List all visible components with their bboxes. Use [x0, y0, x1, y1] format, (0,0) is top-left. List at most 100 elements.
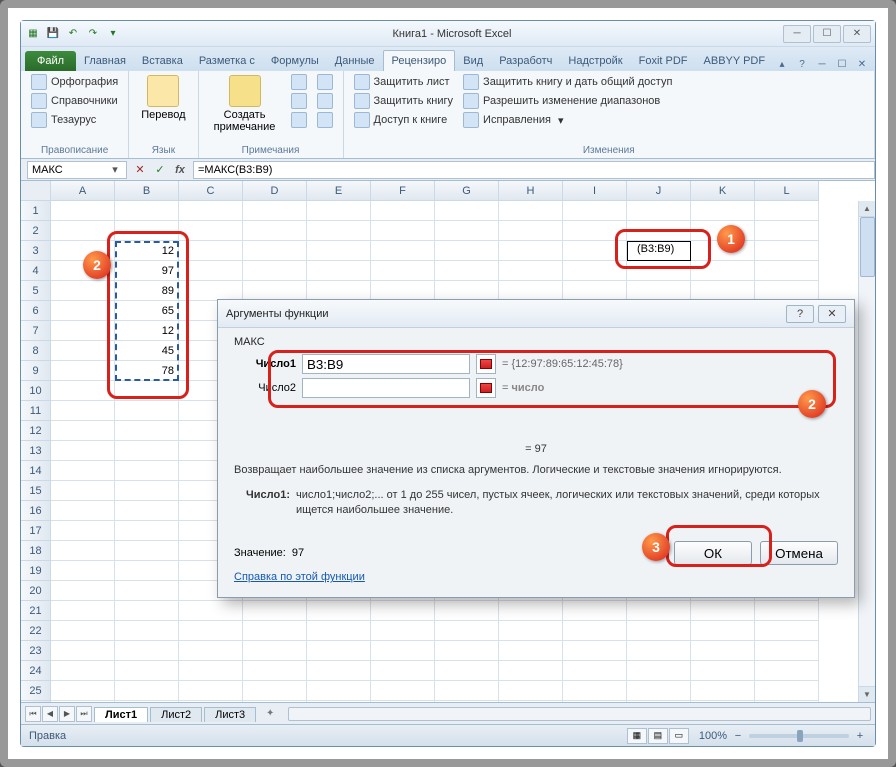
allow-ranges-button[interactable]: Разрешить изменение диапазонов — [461, 92, 674, 110]
cell[interactable] — [307, 641, 371, 661]
row-header[interactable]: 25 — [21, 681, 51, 701]
cell[interactable] — [499, 221, 563, 241]
tab-insert[interactable]: Вставка — [134, 51, 191, 71]
cell[interactable] — [371, 641, 435, 661]
row-header[interactable]: 7 — [21, 321, 51, 341]
scroll-up-icon[interactable]: ▲ — [859, 201, 875, 217]
cell[interactable] — [755, 601, 819, 621]
cell[interactable] — [51, 461, 115, 481]
track-changes-button[interactable]: Исправления ▾ — [461, 111, 674, 129]
cell[interactable] — [691, 681, 755, 701]
row-header[interactable]: 23 — [21, 641, 51, 661]
cell[interactable] — [115, 641, 179, 661]
cell[interactable] — [115, 541, 179, 561]
column-header[interactable]: G — [435, 181, 499, 201]
cell[interactable] — [51, 621, 115, 641]
cell[interactable] — [563, 281, 627, 301]
column-header[interactable]: C — [179, 181, 243, 201]
cell[interactable] — [51, 321, 115, 341]
cell[interactable] — [755, 261, 819, 281]
cell[interactable] — [307, 241, 371, 261]
tab-layout[interactable]: Разметка с — [191, 51, 263, 71]
cell[interactable] — [627, 261, 691, 281]
cell[interactable] — [691, 261, 755, 281]
cell[interactable]: 78 — [115, 361, 179, 381]
column-header[interactable]: F — [371, 181, 435, 201]
cell[interactable] — [755, 201, 819, 221]
cell[interactable] — [307, 621, 371, 641]
delete-comment-button[interactable] — [289, 73, 309, 91]
cell[interactable] — [435, 261, 499, 281]
row-header[interactable]: 16 — [21, 501, 51, 521]
close-button[interactable]: ✕ — [843, 25, 871, 43]
row-header[interactable]: 26 — [21, 701, 51, 702]
cell[interactable] — [435, 601, 499, 621]
cell[interactable] — [307, 681, 371, 701]
cell[interactable] — [115, 561, 179, 581]
cell[interactable] — [307, 201, 371, 221]
cell[interactable] — [115, 401, 179, 421]
help-link[interactable]: Справка по этой функции — [234, 571, 365, 583]
cell[interactable] — [51, 201, 115, 221]
formula-input[interactable]: =МАКС(B3:B9) — [193, 161, 875, 179]
translate-button[interactable]: Перевод — [137, 73, 189, 143]
cell[interactable] — [51, 501, 115, 521]
cell[interactable] — [499, 601, 563, 621]
cell[interactable] — [307, 701, 371, 702]
cell[interactable] — [499, 201, 563, 221]
cell[interactable] — [115, 201, 179, 221]
arg1-range-selector[interactable] — [476, 354, 496, 374]
row-header[interactable]: 2 — [21, 221, 51, 241]
show-all-comments-button[interactable] — [315, 92, 335, 110]
tab-review[interactable]: Рецензиро — [383, 50, 456, 71]
cell[interactable] — [243, 281, 307, 301]
cell[interactable] — [51, 441, 115, 461]
row-header[interactable]: 5 — [21, 281, 51, 301]
sheet-tab-3[interactable]: Лист3 — [204, 707, 256, 722]
row-header[interactable]: 15 — [21, 481, 51, 501]
zoom-slider[interactable] — [749, 734, 849, 738]
prev-sheet-button[interactable]: ◀ — [42, 706, 58, 722]
cell[interactable] — [499, 701, 563, 702]
cell[interactable] — [179, 621, 243, 641]
cell[interactable] — [499, 661, 563, 681]
protect-workbook-button[interactable]: Защитить книгу — [352, 92, 456, 110]
worksheet-grid[interactable]: ABCDEFGHIJKL1231249758966571284597810111… — [21, 181, 875, 702]
arg1-input[interactable] — [302, 354, 470, 374]
cancel-formula-button[interactable]: ✕ — [131, 161, 149, 179]
cell[interactable] — [755, 701, 819, 702]
cell[interactable] — [307, 221, 371, 241]
accept-formula-button[interactable]: ✓ — [151, 161, 169, 179]
cell[interactable] — [115, 481, 179, 501]
cell[interactable] — [243, 201, 307, 221]
minimize-button[interactable]: ─ — [783, 25, 811, 43]
cell[interactable] — [51, 361, 115, 381]
column-header[interactable]: D — [243, 181, 307, 201]
cell[interactable] — [627, 641, 691, 661]
row-header[interactable]: 19 — [21, 561, 51, 581]
cell[interactable] — [563, 201, 627, 221]
cell[interactable] — [435, 221, 499, 241]
name-box[interactable]: МАКС▾ — [27, 161, 127, 179]
protect-sheet-button[interactable]: Защитить лист — [352, 73, 456, 91]
zoom-in-button[interactable]: + — [853, 729, 867, 743]
row-header[interactable]: 20 — [21, 581, 51, 601]
tab-formulas[interactable]: Формулы — [263, 51, 327, 71]
row-header[interactable]: 6 — [21, 301, 51, 321]
cell[interactable] — [627, 221, 691, 241]
cell[interactable] — [115, 421, 179, 441]
column-header[interactable]: H — [499, 181, 563, 201]
last-sheet-button[interactable]: ⏭ — [76, 706, 92, 722]
cell[interactable] — [51, 281, 115, 301]
cell[interactable] — [115, 581, 179, 601]
cell[interactable] — [627, 201, 691, 221]
cell[interactable] — [563, 221, 627, 241]
cell[interactable]: 12 — [115, 241, 179, 261]
tab-foxit[interactable]: Foxit PDF — [631, 51, 696, 71]
page-layout-view-button[interactable]: ▤ — [648, 728, 668, 744]
cell[interactable] — [51, 481, 115, 501]
cell[interactable] — [627, 621, 691, 641]
cell[interactable] — [115, 681, 179, 701]
cell[interactable] — [179, 661, 243, 681]
cell[interactable] — [499, 641, 563, 661]
